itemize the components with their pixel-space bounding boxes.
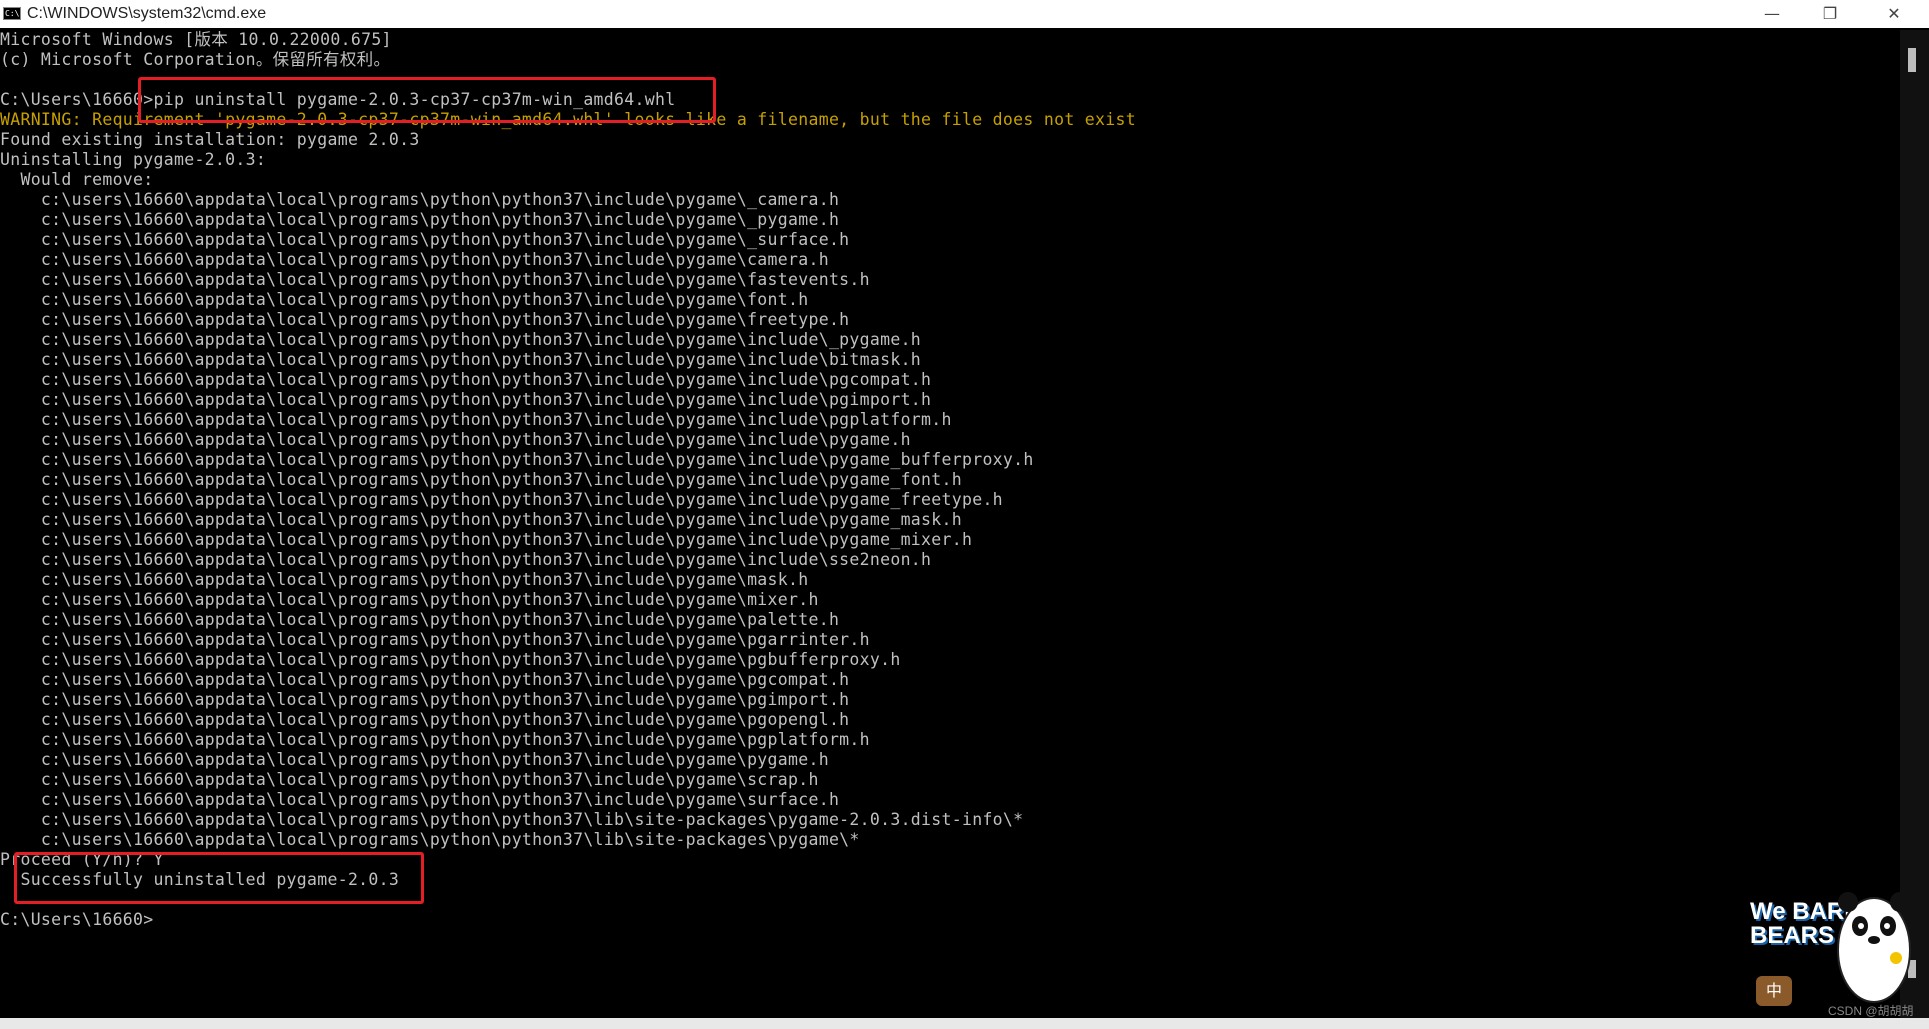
- console-line: c:\users\16660\appdata\local\programs\py…: [0, 350, 922, 369]
- console-line: c:\users\16660\appdata\local\programs\py…: [0, 390, 932, 409]
- console-line: c:\users\16660\appdata\local\programs\py…: [0, 730, 870, 749]
- cn-badge: 中: [1756, 976, 1792, 1006]
- console-line: C:\Users\16660>: [0, 910, 154, 929]
- console-line: Found existing installation: pygame 2.0.…: [0, 130, 420, 149]
- console-line: c:\users\16660\appdata\local\programs\py…: [0, 290, 809, 309]
- console-line: c:\users\16660\appdata\local\programs\py…: [0, 650, 901, 669]
- console-line: c:\users\16660\appdata\local\programs\py…: [0, 690, 850, 709]
- console-line: c:\users\16660\appdata\local\programs\py…: [0, 450, 1034, 469]
- console-line: c:\users\16660\appdata\local\programs\py…: [0, 510, 962, 529]
- console-line: c:\users\16660\appdata\local\programs\py…: [0, 630, 870, 649]
- console-line: c:\users\16660\appdata\local\programs\py…: [0, 530, 973, 549]
- highlight-box-success: [14, 852, 424, 904]
- title-bar[interactable]: C:\ C:\WINDOWS\system32\cmd.exe — ❐ ✕: [0, 0, 1929, 28]
- console-line: c:\users\16660\appdata\local\programs\py…: [0, 190, 840, 209]
- console-line: c:\users\16660\appdata\local\programs\py…: [0, 750, 829, 769]
- console-line: c:\users\16660\appdata\local\programs\py…: [0, 570, 809, 589]
- cmd-icon: C:\: [3, 7, 21, 20]
- console-line: c:\users\16660\appdata\local\programs\py…: [0, 410, 952, 429]
- bear-watermark: We BARE BEARS 中 CSDN @胡胡胡: [1750, 880, 1920, 1018]
- console-line: Uninstalling pygame-2.0.3:: [0, 150, 267, 169]
- bottom-border: [0, 1018, 1929, 1029]
- console-line: c:\users\16660\appdata\local\programs\py…: [0, 310, 850, 329]
- console-line: c:\users\16660\appdata\local\programs\py…: [0, 590, 819, 609]
- panda-bear-icon: [1837, 892, 1911, 1003]
- console-line: c:\users\16660\appdata\local\programs\py…: [0, 830, 860, 849]
- console-line: c:\users\16660\appdata\local\programs\py…: [0, 670, 850, 689]
- console-line: c:\users\16660\appdata\local\programs\py…: [0, 610, 840, 629]
- window-title: C:\WINDOWS\system32\cmd.exe: [27, 5, 267, 22]
- console-line: c:\users\16660\appdata\local\programs\py…: [0, 470, 962, 489]
- console-line: c:\users\16660\appdata\local\programs\py…: [0, 230, 850, 249]
- console-line: c:\users\16660\appdata\local\programs\py…: [0, 810, 1024, 829]
- close-button[interactable]: ✕: [1859, 0, 1929, 28]
- console-line: Microsoft Windows [版本 10.0.22000.675]: [0, 30, 392, 49]
- csdn-watermark: CSDN @胡胡胡: [1828, 1004, 1914, 1018]
- console-line: Would remove:: [0, 170, 154, 189]
- vertical-scrollbar[interactable]: [1900, 30, 1929, 1018]
- highlight-box-command: [138, 77, 716, 123]
- scrollbar-thumb[interactable]: [1908, 48, 1916, 72]
- console-line: c:\users\16660\appdata\local\programs\py…: [0, 330, 922, 349]
- console-line: c:\users\16660\appdata\local\programs\py…: [0, 710, 850, 729]
- minimize-button[interactable]: —: [1743, 0, 1801, 28]
- console-line: c:\users\16660\appdata\local\programs\py…: [0, 490, 1003, 509]
- console-line: c:\users\16660\appdata\local\programs\py…: [0, 550, 932, 569]
- console-line: (c) Microsoft Corporation。保留所有权利。: [0, 50, 391, 69]
- console-line: c:\users\16660\appdata\local\programs\py…: [0, 250, 829, 269]
- console-line: c:\users\16660\appdata\local\programs\py…: [0, 790, 840, 809]
- console-line: c:\users\16660\appdata\local\programs\py…: [0, 210, 840, 229]
- maximize-button[interactable]: ❐: [1801, 0, 1859, 28]
- console-line: c:\users\16660\appdata\local\programs\py…: [0, 270, 870, 289]
- console-line: c:\users\16660\appdata\local\programs\py…: [0, 370, 932, 389]
- console-line: c:\users\16660\appdata\local\programs\py…: [0, 430, 911, 449]
- console-line: c:\users\16660\appdata\local\programs\py…: [0, 770, 819, 789]
